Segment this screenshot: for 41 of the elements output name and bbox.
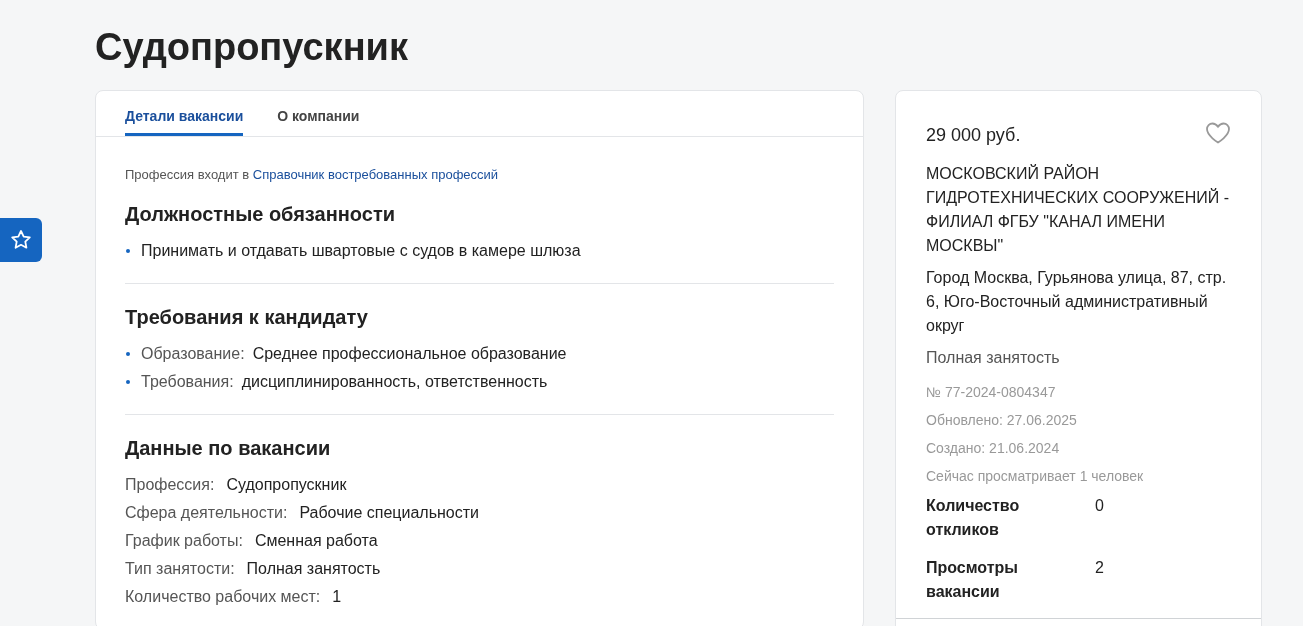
field-label: Тип занятости: (125, 559, 235, 579)
tab[interactable]: Детали вакансии (125, 91, 244, 136)
field-value: Полная занятость (246, 559, 381, 579)
bullet-icon (126, 380, 130, 384)
bullet-icon (126, 352, 130, 356)
meta-text: Сейчас просматривает 1 человек (926, 467, 1145, 486)
salary: 29 000 руб. (926, 123, 1021, 147)
stat-label: Количество откликов (926, 496, 1021, 540)
field-value: дисциплинированность, ответственность (241, 372, 548, 392)
field-value: 1 (332, 587, 342, 607)
meta-text: № 77-2024-0804347 (926, 383, 1057, 402)
reference-note: Профессия входит в Справочник востребованных профессий (125, 167, 500, 182)
page-title: Судопропускник (95, 25, 409, 70)
field-label: Требования: (141, 372, 234, 392)
field-value: Принимать и отдавать швартовые с судов в камере шлюза (141, 241, 581, 261)
stat-value: 2 (1095, 558, 1104, 578)
reference-link[interactable]: Справочник востребованных профессий (252, 167, 499, 182)
employer-name: МОСКОВСКИЙ РАЙОН ГИДРОТЕХНИЧЕСКИХ СООРУЖЕНИЙ - ФИЛИАЛ ФГБУ "КАНАЛ ИМЕНИ МОСКВЫ" (926, 163, 1231, 256)
field-label: Профессия: (125, 475, 215, 495)
stat-label: Просмотры вакансии (926, 558, 1019, 602)
section-heading: Требования к кандидату (125, 305, 369, 330)
field-value: Судопропускник (226, 475, 347, 495)
field-label: Сфера деятельности: (125, 503, 288, 523)
employment-type: Полная занятость (926, 348, 1061, 368)
star-icon (9, 228, 33, 252)
stat-value: 0 (1095, 496, 1104, 516)
section-heading: Данные по вакансии (125, 436, 332, 461)
meta-text: Обновлено: 27.06.2025 (926, 411, 1078, 430)
field-label: Количество рабочих мест: (125, 587, 321, 607)
field-value: Среднее профессиональное образование (252, 344, 567, 364)
field-value: Рабочие специальности (299, 503, 479, 523)
field-label: График работы: (125, 531, 243, 551)
meta-text: Создано: 21.06.2024 (926, 439, 1061, 458)
field-value: Сменная работа (254, 531, 378, 551)
field-label: Образование: (141, 344, 245, 364)
employer-address: Город Москва, Гурьянова улица, 87, стр. 6, Юго-Восточный административный округ (926, 268, 1228, 336)
tab[interactable]: О компании (277, 91, 360, 136)
heart-icon (1205, 121, 1231, 145)
section-heading: Должностные обязанности (125, 202, 396, 227)
favorite-button[interactable] (0, 218, 42, 262)
bullet-icon (126, 249, 130, 253)
